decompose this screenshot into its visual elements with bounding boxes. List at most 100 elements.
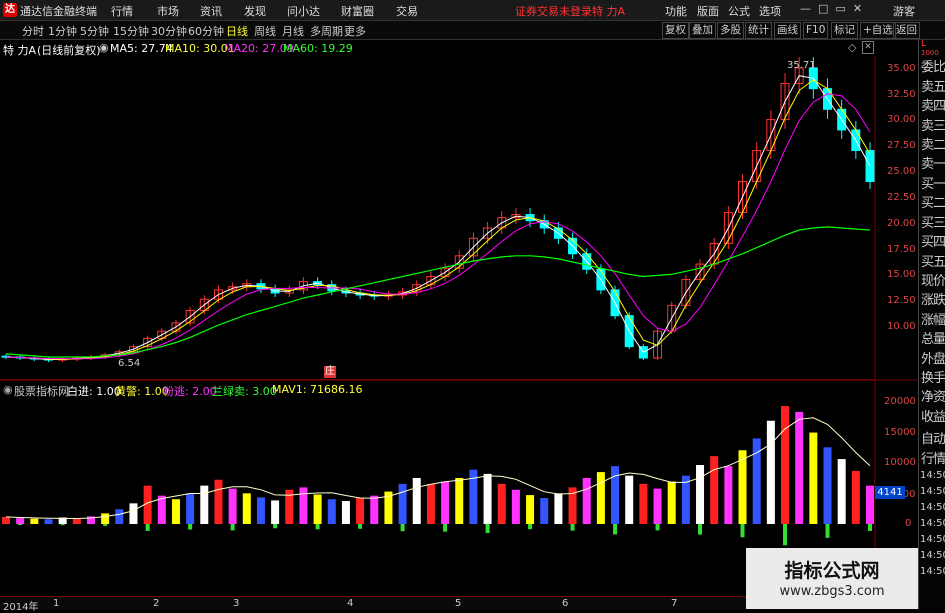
panel-item[interactable]: 买一 [921,173,945,192]
settings-icon[interactable]: ◉ [99,41,109,54]
y-tick-label: 32.50 [887,89,916,100]
indicator-white: 白进: 1.00 [67,385,121,398]
y-tick-label: 30.00 [887,114,916,125]
event-marker[interactable]: 庄 [324,366,336,378]
tab-monthly[interactable]: 月线 [282,23,304,39]
stats-button[interactable]: 统计 [745,22,772,39]
menu-gongneng[interactable]: 功能 [665,3,687,19]
volume-bar [271,500,280,524]
maximize-icon[interactable]: ▭ [835,2,845,15]
panel-item[interactable]: 总量 [921,328,945,347]
menu-gongshi[interactable]: 公式 [728,3,750,19]
login-link[interactable]: 游客 [893,3,915,19]
volume-bar [667,481,676,524]
volume-bar [554,493,563,524]
panel-item[interactable]: 委比 [921,56,945,75]
menu-xuanxiang[interactable]: 选项 [759,3,781,19]
menu-hangqing[interactable]: 行情 [111,3,133,19]
panel-item[interactable]: 买五 [921,251,945,270]
menu-wenxiaoda[interactable]: 问小达 [287,3,320,19]
add-watchlist-button[interactable]: +自选 [860,22,896,39]
indicator-name: 股票指标网 [14,385,69,398]
overlay-button[interactable]: 叠加 [689,22,716,39]
tab-fenshi[interactable]: 分时 [22,23,44,39]
panel-item[interactable]: 换手 [921,367,945,386]
volume-neg-bar [60,524,65,526]
volume-bar [16,518,25,524]
volume-bar [327,499,336,524]
panel-item[interactable]: 涨跌 [921,289,945,308]
volume-bar [851,470,860,524]
x-tick-label: 2 [153,598,160,609]
panel-item[interactable]: 卖二 [921,134,945,153]
menu-caifuquan[interactable]: 财富圈 [341,3,374,19]
volume-bar [596,472,605,524]
volume-neg-bar [188,524,193,530]
tab-5min[interactable]: 5分钟 [80,23,109,39]
panel-item[interactable]: 卖一 [921,153,945,172]
trade-status[interactable]: 证券交易未登录 [515,3,592,19]
panel-item[interactable]: 涨幅 [921,309,945,328]
volume-bar [398,483,407,524]
menu-jiaoyi[interactable]: 交易 [396,3,418,19]
restore-icon[interactable]: □ [818,2,828,15]
indicator-info-line: ◉ 股票指标网 白进: 1.00 黄警: 1.00 粉逃: 2.00 兰绿卖: … [0,379,875,398]
panel-item[interactable]: 现价 [921,270,945,289]
tab-daily[interactable]: 日线 [226,23,248,39]
panel-item[interactable]: 收益 [921,406,945,425]
panel-item[interactable]: 卖三 [921,115,945,134]
tab-more[interactable]: 更多 [344,23,366,39]
ma-info-line: 特 力A (日线前复权) ◉ MA5: 27.74 MA10: 30.01 MA… [0,40,875,57]
x-tick-label: 2014年 [3,602,39,613]
tab-30min[interactable]: 30分钟 [151,23,187,39]
menu-faxian[interactable]: 发现 [244,3,266,19]
y-tick-label: 10.00 [887,321,916,332]
volume-neg-bar [273,524,278,529]
volume-bar [823,447,832,524]
menu-shichang[interactable]: 市场 [157,3,179,19]
panel-item[interactable]: 买三 [921,212,945,231]
back-button[interactable]: 返回 [893,22,920,39]
adjust-button[interactable]: 复权 [662,22,689,39]
volume-bar [511,489,520,524]
y-tick-label: 25.00 [887,166,916,177]
diamond-icon[interactable]: ◇ [848,41,856,54]
draw-line-button[interactable]: 画线 [774,22,801,39]
multi-stock-button[interactable]: 多股 [717,22,744,39]
volume-bar [101,513,110,524]
panel-item[interactable]: 外盘 [921,348,945,367]
window-controls[interactable]: — □ ▭ ✕ [800,2,862,15]
tab-15min[interactable]: 15分钟 [113,23,149,39]
panel-item[interactable]: 卖四 [921,95,945,114]
volume-bar [256,497,265,524]
volume-neg-bar [18,524,23,526]
close-icon[interactable]: ✕ [853,2,862,15]
panel-item[interactable]: 买四 [921,231,945,250]
tab-1min[interactable]: 1分钟 [48,23,77,39]
right-quote-panel: L 1000 委比 卖五 卖四 卖三 卖二 卖一 买一 买二 买三 买四 买五 现… [918,40,945,609]
panel-item[interactable]: 净资 [921,386,945,405]
volume-neg-bar [103,524,108,526]
panel-item[interactable]: 买二 [921,192,945,211]
mark-button[interactable]: 标记 [831,22,858,39]
minimize-icon[interactable]: — [800,2,811,15]
tab-multi-period[interactable]: 多周期 [310,23,343,39]
close-panel-icon[interactable]: ✕ [862,41,874,54]
panel-item[interactable]: 卖五 [921,76,945,95]
indicator-settings-icon[interactable]: ◉ [3,383,13,396]
indicator-yellow: 黄警: 1.00 [115,385,169,398]
indicator-mav1: MAV1: 71686.16 [272,383,363,396]
panel-item[interactable]: 行情 [921,448,945,467]
x-tick-label: 3 [233,598,240,609]
tab-60min[interactable]: 60分钟 [188,23,224,39]
tab-weekly[interactable]: 周线 [254,23,276,39]
volume-bar [72,518,81,524]
panel-item[interactable]: 自动 [921,428,945,447]
volume-bar [781,406,790,524]
menu-zixun[interactable]: 资讯 [200,3,222,19]
menu-banmian[interactable]: 版面 [697,3,719,19]
kline-chart[interactable] [0,56,918,596]
vol-tick-label: 0 [905,518,912,529]
f10-button[interactable]: F10 [803,22,829,39]
time-column: 14:5014:5014:5014:5014:5014:5014:50 [920,470,945,577]
